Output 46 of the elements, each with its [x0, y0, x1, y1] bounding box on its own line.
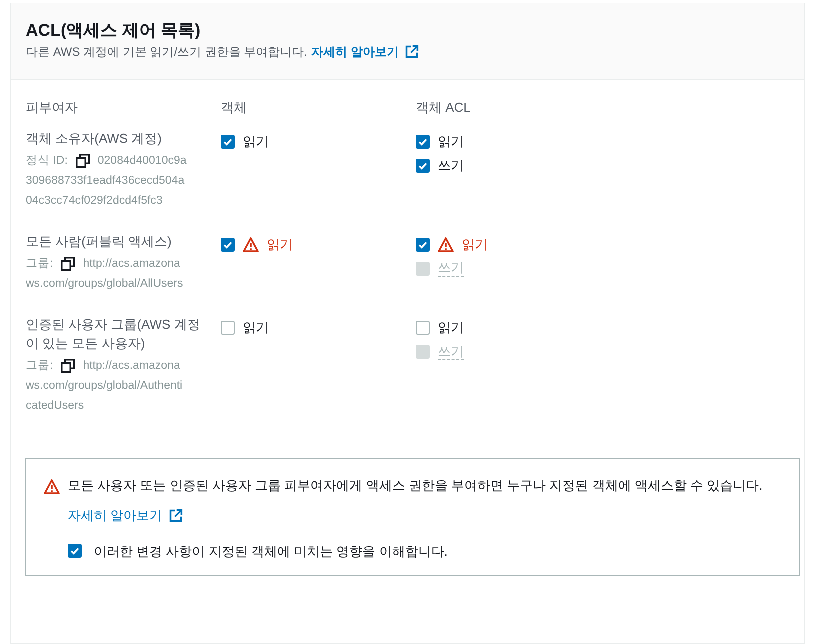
checkbox[interactable] — [221, 134, 235, 149]
grantee-id: ws.com/groups/global/AllUsers — [26, 277, 184, 292]
permission-label: 쓰기 — [438, 344, 464, 360]
external-link-icon — [404, 45, 419, 60]
checkbox[interactable] — [68, 544, 82, 558]
grantee-name: 인증된 사용자 그룹(AWS 계정이 있는 모든 사용자) — [26, 316, 202, 354]
permission-label: 읽기 — [438, 319, 464, 338]
grantee-id: 02084d40010c9a — [98, 154, 187, 169]
id-label: 그룹: — [26, 256, 54, 272]
checkbox[interactable] — [416, 238, 430, 252]
checkbox[interactable] — [416, 321, 430, 336]
external-link-icon — [168, 508, 183, 523]
panel-description: 다른 AWS 계정에 기본 읽기/쓰기 권한을 부여합니다. — [26, 44, 308, 62]
permission-label: 읽기 — [243, 319, 269, 338]
grantee-id: 309688733f1eadf436cecd504a — [26, 174, 186, 189]
id-label: 그룹: — [26, 358, 54, 374]
grantee-id: http://acs.amazona — [83, 358, 180, 374]
copy-icon — [61, 358, 76, 373]
permission-label: 읽기 — [438, 133, 464, 152]
permission-label: 쓰기 — [438, 157, 464, 176]
column-header: 객체 — [221, 99, 248, 118]
grantee-id: 04c3cc74cf029f2dcd4f5fc3 — [26, 194, 164, 209]
grantee-id: catedUsers — [26, 399, 86, 414]
permission-label: 읽기 — [243, 133, 269, 152]
permission-label: 쓰기 — [438, 261, 464, 277]
warning-icon — [44, 479, 60, 496]
column-header: 객체 ACL — [416, 99, 472, 118]
permission-label: 읽기 — [462, 236, 488, 254]
copy-icon — [76, 154, 90, 168]
id-label: 정식 ID: — [26, 154, 68, 169]
acknowledge-label: 이러한 변경 사항이 지정된 객체에 미치는 영향을 이해합니다. — [94, 542, 448, 561]
checkbox[interactable] — [221, 238, 235, 252]
checkbox[interactable] — [416, 134, 430, 149]
checkbox[interactable] — [221, 321, 235, 336]
learn-more-link[interactable]: 자세히 알아보기 — [68, 506, 163, 526]
checkbox[interactable] — [416, 158, 430, 173]
alert-message: 모든 사용자 또는 인증된 사용자 그룹 피부여자에게 액세스 권한을 부여하면 누구나 지정된 객체에 액세스할 수 있습니다. — [68, 477, 763, 496]
grantee-name: 객체 소유자(AWS 계정) — [26, 130, 164, 148]
grantee-id: ws.com/groups/global/Authenti — [26, 379, 184, 394]
column-header: 피부여자 — [26, 99, 79, 118]
grantee-name: 모든 사람(퍼블릭 액세스) — [26, 233, 173, 252]
panel-title: ACL(액세스 제어 목록) — [26, 21, 202, 42]
learn-more-link[interactable]: 자세히 알아보기 — [312, 43, 399, 62]
copy-icon — [61, 257, 76, 272]
grantee-id: http://acs.amazona — [83, 256, 180, 272]
permission-label: 읽기 — [267, 236, 293, 254]
